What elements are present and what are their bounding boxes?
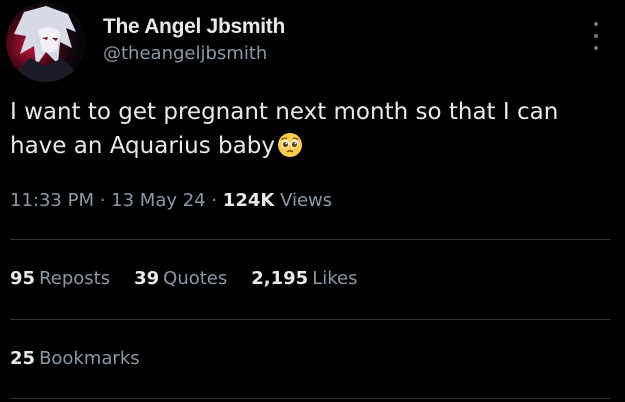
views-count: 124K [222, 190, 275, 211]
author-display-name[interactable]: The Angel Jbsmith [103, 15, 285, 39]
views-label: Views [280, 190, 333, 211]
more-options-icon[interactable] [589, 22, 603, 50]
divider [10, 398, 610, 399]
tweet-time[interactable]: 11:33 PM [10, 190, 94, 211]
pleading-face-emoji-icon [277, 132, 303, 168]
tweet-meta: 11:33 PM · 13 May 24 · 124K Views [10, 190, 332, 211]
divider [10, 239, 610, 240]
author-handle[interactable]: @theangeljbsmith [103, 43, 267, 64]
tweet-text: I want to get pregnant next month so tha… [10, 95, 615, 168]
meta-separator: · [205, 190, 223, 211]
tweet-date[interactable]: 13 May 24 [111, 190, 205, 211]
quotes-stat[interactable]: 39 Quotes [134, 268, 227, 289]
more-dot [594, 34, 598, 38]
divider [10, 319, 610, 320]
likes-label: Likes [312, 268, 358, 289]
bookmarks-stat[interactable]: 25 Bookmarks [10, 348, 140, 369]
engagement-stats: 95 Reposts 39 Quotes 2,195 Likes [10, 268, 357, 289]
reposts-stat[interactable]: 95 Reposts [10, 268, 110, 289]
more-dot [594, 46, 598, 50]
more-dot [594, 22, 598, 26]
likes-stat[interactable]: 2,195 Likes [251, 268, 357, 289]
likes-count: 2,195 [251, 268, 309, 289]
avatar[interactable] [6, 2, 86, 82]
quotes-count: 39 [134, 268, 160, 289]
meta-separator: · [93, 190, 112, 211]
avatar-image [6, 2, 86, 82]
reposts-count: 95 [10, 268, 36, 289]
quotes-label: Quotes [163, 268, 228, 289]
bookmarks-label: Bookmarks [39, 348, 140, 369]
reposts-label: Reposts [39, 268, 111, 289]
bookmarks-count: 25 [10, 348, 36, 369]
